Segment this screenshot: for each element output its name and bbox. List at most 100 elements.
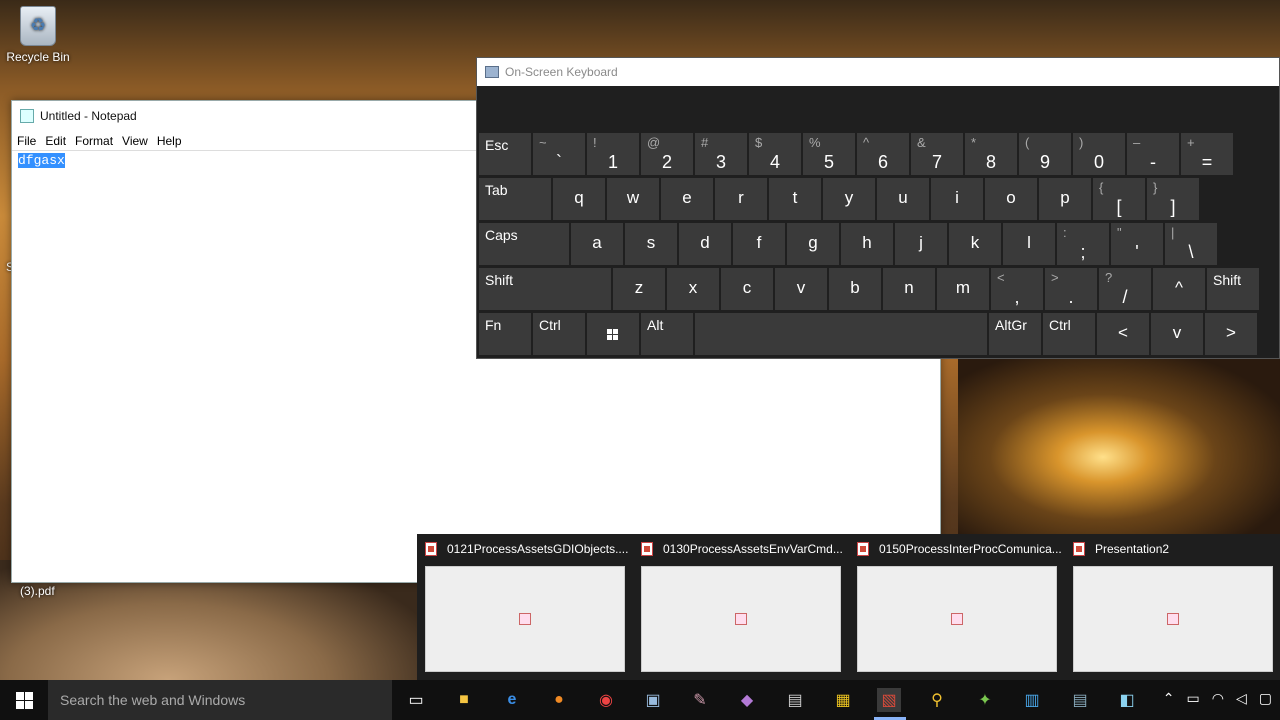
key-symbol[interactable]: ? / xyxy=(1099,268,1151,310)
print-app-icon[interactable]: ▤ xyxy=(1068,688,1092,712)
chrome-icon[interactable]: ◉ xyxy=(594,688,618,712)
key-v[interactable]: v xyxy=(775,268,827,310)
colorful-app-icon[interactable]: ✦ xyxy=(973,688,997,712)
menu-edit[interactable]: Edit xyxy=(45,134,66,148)
yellow-app-icon[interactable]: ▦ xyxy=(831,688,855,712)
key-p[interactable]: p xyxy=(1039,178,1091,220)
key-2[interactable]: @2 xyxy=(641,133,693,175)
key-caps[interactable]: Caps xyxy=(479,223,569,265)
thumbnail-2[interactable]: 0130ProcessAssetsEnvVarCmd... xyxy=(633,534,849,680)
key-shift[interactable]: Shift xyxy=(1207,268,1259,310)
thumbnail-3[interactable]: 0150ProcessInterProcComunica... xyxy=(849,534,1065,680)
volume-icon[interactable]: ◁ xyxy=(1236,690,1247,707)
key-x[interactable]: x xyxy=(667,268,719,310)
key-`[interactable]: ~ ` xyxy=(533,133,585,175)
key-3[interactable]: #3 xyxy=(695,133,747,175)
pdf-icon xyxy=(1073,542,1085,556)
key-f[interactable]: f xyxy=(733,223,785,265)
thumbnail-4[interactable]: Presentation2 xyxy=(1065,534,1280,680)
key-symbol[interactable]: >. xyxy=(1045,268,1097,310)
osk-titlebar[interactable]: On-Screen Keyboard xyxy=(477,58,1279,86)
search-box[interactable]: Search the web and Windows xyxy=(48,680,392,720)
key-e[interactable]: e xyxy=(661,178,713,220)
key-windows[interactable] xyxy=(587,313,639,355)
menu-file[interactable]: File xyxy=(17,134,36,148)
paint-app-icon[interactable]: ✎ xyxy=(688,688,712,712)
key-d[interactable]: d xyxy=(679,223,731,265)
key-altgr[interactable]: AltGr xyxy=(989,313,1041,355)
monitor-app-icon[interactable]: ▣ xyxy=(641,688,665,712)
key-esc[interactable]: Esc xyxy=(479,133,531,175)
thumbnail-1[interactable]: 0121ProcessAssetsGDIObjects.... xyxy=(417,534,633,680)
notifications-icon[interactable]: ▢ xyxy=(1259,690,1272,707)
key-symbol[interactable]: > xyxy=(1205,313,1257,355)
task-view-icon[interactable]: ▭ xyxy=(404,688,428,712)
key-symbol[interactable]: " ' xyxy=(1111,223,1163,265)
key-t[interactable]: t xyxy=(769,178,821,220)
search-app-icon[interactable]: ⚲ xyxy=(925,688,949,712)
firefox-icon[interactable]: ● xyxy=(547,688,571,712)
key-6[interactable]: ^ 6 xyxy=(857,133,909,175)
key-z[interactable]: z xyxy=(613,268,665,310)
chevron-up-icon[interactable]: ⌃ xyxy=(1163,690,1175,707)
key-symbol[interactable]: <, xyxy=(991,268,1043,310)
key-symbol[interactable]: ^ xyxy=(1153,268,1205,310)
key-symbol[interactable]: {[ xyxy=(1093,178,1145,220)
edge-icon[interactable]: e xyxy=(500,688,524,712)
key-tab[interactable]: Tab xyxy=(479,178,551,220)
key-symbol[interactable]: :; xyxy=(1057,223,1109,265)
key-k[interactable]: k xyxy=(949,223,1001,265)
key-c[interactable]: c xyxy=(721,268,773,310)
key-j[interactable]: j xyxy=(895,223,947,265)
outlook-app-icon[interactable]: ▥ xyxy=(1020,688,1044,712)
key-symbol[interactable]: }] xyxy=(1147,178,1199,220)
key-u[interactable]: u xyxy=(877,178,929,220)
key-=[interactable]: + = xyxy=(1181,133,1233,175)
key-o[interactable]: o xyxy=(985,178,1037,220)
key-shift[interactable]: Shift xyxy=(479,268,611,310)
key-ctrl[interactable]: Ctrl xyxy=(533,313,585,355)
start-button[interactable] xyxy=(0,680,48,720)
key-fn[interactable]: Fn xyxy=(479,313,531,355)
key--[interactable]: – - xyxy=(1127,133,1179,175)
key-a[interactable]: a xyxy=(571,223,623,265)
key-symbol[interactable]: | \ xyxy=(1165,223,1217,265)
wifi-icon[interactable]: ◠ xyxy=(1212,690,1224,707)
menu-format[interactable]: Format xyxy=(75,134,113,148)
key-y[interactable]: y xyxy=(823,178,875,220)
key-symbol[interactable]: < xyxy=(1097,313,1149,355)
recycle-bin[interactable]: Recycle Bin xyxy=(6,6,70,64)
key-q[interactable]: q xyxy=(553,178,605,220)
key-0[interactable]: ) 0 xyxy=(1073,133,1125,175)
battery-icon[interactable]: ▭ xyxy=(1187,690,1200,707)
key-alt[interactable]: Alt xyxy=(641,313,693,355)
key-n[interactable]: n xyxy=(883,268,935,310)
key-v[interactable]: v xyxy=(1151,313,1203,355)
selected-text[interactable]: dfgasx xyxy=(18,153,65,168)
cmd-icon[interactable]: ▤ xyxy=(783,688,807,712)
key-b[interactable]: b xyxy=(829,268,881,310)
key-i[interactable]: i xyxy=(931,178,983,220)
file-explorer-icon[interactable]: ■ xyxy=(452,688,476,712)
key-m[interactable]: m xyxy=(937,268,989,310)
desktop-label-pdf[interactable]: (3).pdf xyxy=(20,584,55,598)
key-9[interactable]: (9 xyxy=(1019,133,1071,175)
menu-view[interactable]: View xyxy=(122,134,148,148)
key-ctrl[interactable]: Ctrl xyxy=(1043,313,1095,355)
key-8[interactable]: * 8 xyxy=(965,133,1017,175)
menu-help[interactable]: Help xyxy=(157,134,182,148)
onenote-app-icon[interactable]: ◆ xyxy=(735,688,759,712)
notepad-taskbar-icon[interactable]: ◧ xyxy=(1115,688,1139,712)
key-1[interactable]: ! 1 xyxy=(587,133,639,175)
key-g[interactable]: g xyxy=(787,223,839,265)
key-s[interactable]: s xyxy=(625,223,677,265)
key-h[interactable]: h xyxy=(841,223,893,265)
key-r[interactable]: r xyxy=(715,178,767,220)
key-l[interactable]: l xyxy=(1003,223,1055,265)
key-5[interactable]: % 5 xyxy=(803,133,855,175)
pdf-reader-icon[interactable]: ▧ xyxy=(877,688,901,712)
key-w[interactable]: w xyxy=(607,178,659,220)
key-4[interactable]: $4 xyxy=(749,133,801,175)
key-space[interactable] xyxy=(695,313,987,355)
key-7[interactable]: & 7 xyxy=(911,133,963,175)
